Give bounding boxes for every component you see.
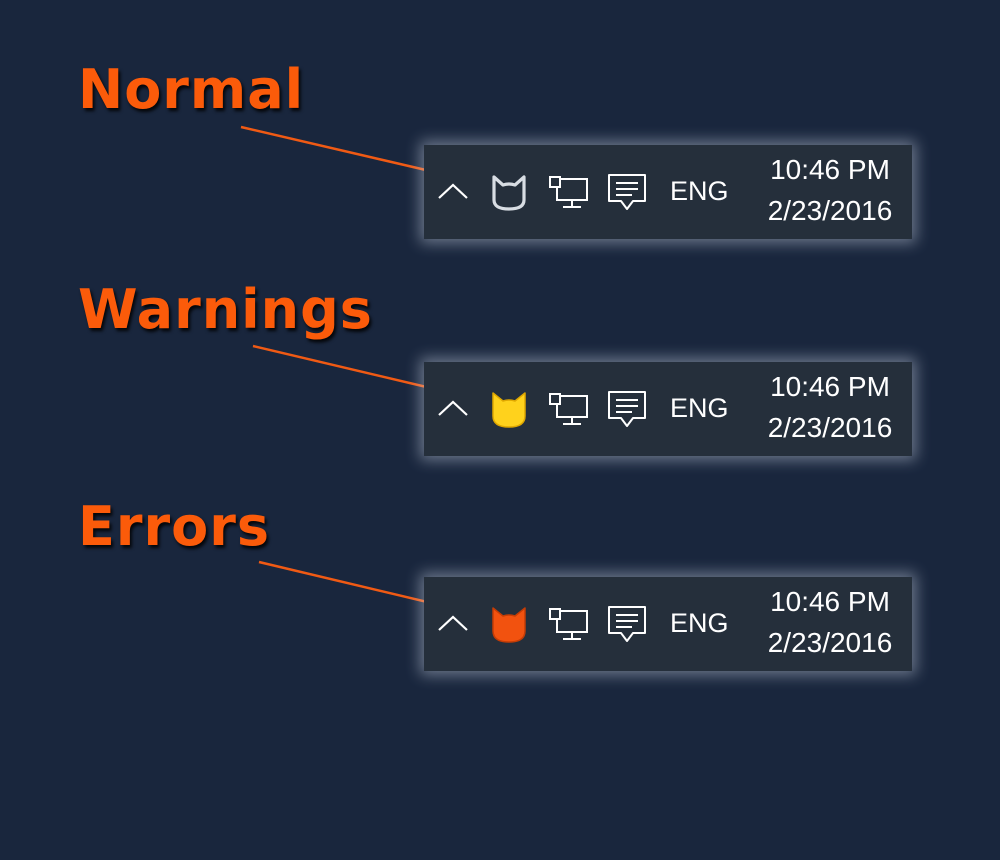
clock-date[interactable]: 2/23/2016 bbox=[759, 412, 901, 444]
action-center-icon[interactable] bbox=[606, 172, 648, 214]
heading-errors: Errors bbox=[78, 495, 271, 558]
network-icon[interactable] bbox=[548, 607, 590, 643]
language-indicator[interactable]: ENG bbox=[670, 607, 729, 639]
clock-time[interactable]: 10:46 PM bbox=[759, 154, 901, 186]
heading-warnings: Warnings bbox=[78, 278, 373, 341]
action-center-icon[interactable] bbox=[606, 604, 648, 646]
language-indicator[interactable]: ENG bbox=[670, 392, 729, 424]
heading-normal: Normal bbox=[78, 58, 305, 121]
network-icon[interactable] bbox=[548, 392, 590, 428]
system-tray-warnings: ENG 10:46 PM 2/23/2016 bbox=[424, 362, 912, 456]
language-indicator[interactable]: ENG bbox=[670, 175, 729, 207]
cat-icon-orange[interactable] bbox=[488, 605, 530, 645]
clock-date[interactable]: 2/23/2016 bbox=[759, 627, 901, 659]
action-center-icon[interactable] bbox=[606, 389, 648, 431]
clock-date[interactable]: 2/23/2016 bbox=[759, 195, 901, 227]
chevron-up-icon[interactable] bbox=[436, 612, 470, 634]
system-tray-errors: ENG 10:46 PM 2/23/2016 bbox=[424, 577, 912, 671]
clock-time[interactable]: 10:46 PM bbox=[759, 586, 901, 618]
network-icon[interactable] bbox=[548, 175, 590, 211]
clock-time[interactable]: 10:46 PM bbox=[759, 371, 901, 403]
system-tray-normal: ENG 10:46 PM 2/23/2016 bbox=[424, 145, 912, 239]
cat-icon-yellow[interactable] bbox=[488, 390, 530, 430]
cat-icon-outline[interactable] bbox=[488, 173, 530, 213]
chevron-up-icon[interactable] bbox=[436, 180, 470, 202]
chevron-up-icon[interactable] bbox=[436, 397, 470, 419]
